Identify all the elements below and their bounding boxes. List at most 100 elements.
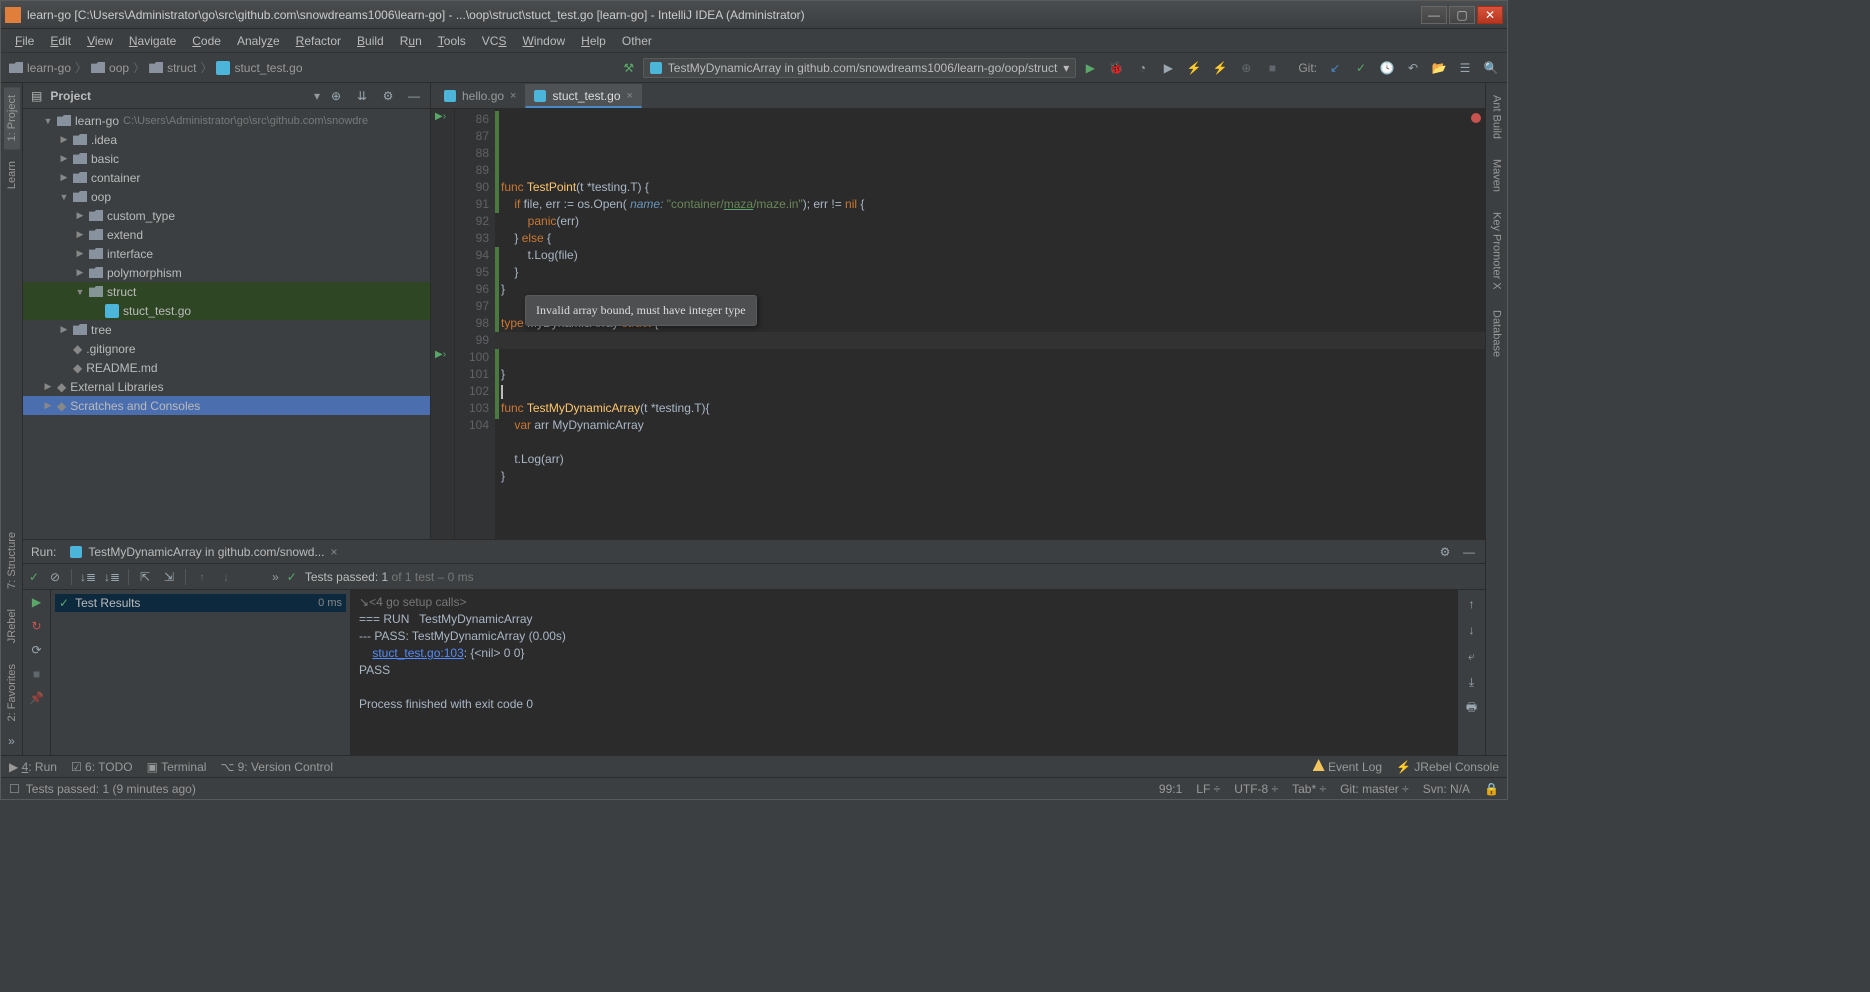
tree-row[interactable]: stuct_test.go [23,301,430,320]
tree-row[interactable]: ▶custom_type [23,206,430,225]
menu-run[interactable]: Run [394,32,428,50]
stop-icon[interactable]: ■ [1264,60,1280,76]
vcs-revert-icon[interactable]: ↶ [1405,60,1421,76]
menu-build[interactable]: Build [351,32,390,50]
test-tree[interactable]: ✓ Test Results 0 ms [51,590,351,755]
tree-row[interactable]: ▶interface [23,244,430,263]
chevron-down-icon[interactable]: ▾ [314,89,320,103]
menu-analyze[interactable]: Analyze [231,32,286,50]
down-icon[interactable]: ↓ [218,569,234,585]
tree-arrow-icon[interactable]: ▶ [59,324,69,335]
scroll-up-icon[interactable]: ↑ [1464,596,1480,612]
soft-wrap-icon[interactable]: ⤶ [1464,648,1480,664]
file-encoding[interactable]: UTF-8 ÷ [1234,782,1278,796]
hide-icon[interactable]: — [1461,544,1477,560]
expand-icon[interactable]: ⇱ [137,569,153,585]
rerun-icon[interactable]: ▶ [29,594,45,610]
tree-row[interactable]: ▶.idea [23,130,430,149]
tab-run[interactable]: ▶ 4: Run [9,760,57,774]
tab-learn[interactable]: Learn [4,153,20,197]
tab-favorites[interactable]: 2: Favorites [4,656,20,729]
minimize-button[interactable]: — [1421,6,1447,24]
android-icon[interactable]: ⚡ [1186,60,1202,76]
tree-row[interactable]: ◆.gitignore [23,339,430,358]
attach-icon[interactable]: ⊕ [1238,60,1254,76]
scroll-to-end-icon[interactable]: ⤓ [1464,674,1480,690]
tree-arrow-icon[interactable]: ▶ [75,210,85,221]
tree-row[interactable]: ▶container [23,168,430,187]
error-indicator-icon[interactable] [1471,113,1481,123]
menu-vcs[interactable]: VCS [476,32,513,50]
tree-row[interactable]: ◆README.md [23,358,430,377]
tree-arrow-icon[interactable]: ▶ [75,229,85,240]
collapse-icon[interactable]: » [4,733,20,749]
tab-terminal[interactable]: ▣ Terminal [147,760,207,774]
disabled-icon[interactable]: ⊘ [47,569,63,585]
run-config-dropdown[interactable]: TestMyDynamicArray in github.com/snowdre… [643,58,1077,78]
tab-project[interactable]: 1: Project [4,87,20,149]
breadcrumb-item[interactable]: learn-go [9,61,71,75]
gear-icon[interactable]: ⚙ [1437,544,1453,560]
pin-icon[interactable]: 📌 [29,690,45,706]
project-tree[interactable]: ▼learn-go C:\Users\Administrator\go\src\… [23,109,430,539]
check-icon[interactable]: ✓ [29,570,39,584]
scroll-down-icon[interactable]: ↓ [1464,622,1480,638]
menu-view[interactable]: View [81,32,119,50]
tree-row[interactable]: ▶polymorphism [23,263,430,282]
indent-info[interactable]: Tab* ÷ [1292,782,1326,796]
sort-icon[interactable]: ↓≣ [104,569,120,585]
rerun-failed-icon[interactable]: ↻ [29,618,45,634]
test-result-row[interactable]: ✓ Test Results 0 ms [55,594,346,612]
code-area[interactable]: func TestPoint(t *testing.T) { if file, … [495,109,1485,539]
menu-help[interactable]: Help [575,32,612,50]
locate-icon[interactable]: ⊕ [328,88,344,104]
hammer-icon[interactable]: ⚒ [621,60,637,76]
tab-todo[interactable]: ☑ 6: TODO [71,760,133,774]
structure-icon[interactable]: ☰ [1457,60,1473,76]
open-icon[interactable]: 📂 [1431,60,1447,76]
tree-arrow-icon[interactable]: ▼ [75,287,85,297]
menu-refactor[interactable]: Refactor [290,32,347,50]
menu-edit[interactable]: Edit [44,32,77,50]
tab-vcs[interactable]: ⌥ 9: Version Control [220,760,333,774]
editor-tab[interactable]: hello.go× [435,84,525,108]
profile-icon[interactable]: ▶ [1160,60,1176,76]
debug-icon[interactable]: 🐞 [1108,60,1124,76]
breadcrumb-item[interactable]: struct [149,61,196,75]
tree-row[interactable]: ▶◆External Libraries [23,377,430,396]
git-branch[interactable]: Git: master ÷ [1340,782,1409,796]
tree-row[interactable]: ▼oop [23,187,430,206]
close-button[interactable]: ✕ [1477,6,1503,24]
status-icon[interactable]: ☐ [9,782,20,796]
editor-tab[interactable]: stuct_test.go× [525,84,641,108]
gear-icon[interactable]: ⚙ [380,88,396,104]
sort-icon[interactable]: ↓≣ [80,569,96,585]
tree-arrow-icon[interactable]: ▶ [59,153,69,164]
event-log-button[interactable]: Event Log [1313,759,1382,774]
run-gutter-icon[interactable]: ▶› [435,349,446,360]
tab-keypromoter[interactable]: Key Promoter X [1489,204,1505,298]
tab-database[interactable]: Database [1489,302,1505,365]
run-tab[interactable]: TestMyDynamicArray in github.com/snowd..… [64,543,343,561]
tree-row[interactable]: ▶extend [23,225,430,244]
close-icon[interactable]: × [627,90,633,102]
close-icon[interactable]: × [330,545,337,559]
tree-arrow-icon[interactable]: ▶ [75,248,85,259]
lock-icon[interactable]: 🔒 [1484,782,1499,796]
tree-row[interactable]: ▼struct [23,282,430,301]
tab-structure[interactable]: 7: Structure [4,524,20,597]
menu-tools[interactable]: Tools [432,32,472,50]
tree-arrow-icon[interactable]: ▶ [43,381,53,392]
tree-arrow-icon[interactable]: ▶ [75,267,85,278]
menu-file[interactable]: File [9,32,40,50]
toggle-icon[interactable]: ⟳ [29,642,45,658]
tab-jrebel[interactable]: JRebel [4,601,20,651]
tree-row[interactable]: ▶tree [23,320,430,339]
caret-position[interactable]: 99:1 [1159,782,1182,796]
collapse-all-icon[interactable]: ⇊ [354,88,370,104]
search-icon[interactable]: 🔍 [1483,60,1499,76]
vcs-history-icon[interactable]: 🕓 [1379,60,1395,76]
tab-ant[interactable]: Ant Build [1489,87,1505,147]
svn-info[interactable]: Svn: N/A [1423,782,1470,796]
menu-code[interactable]: Code [186,32,227,50]
